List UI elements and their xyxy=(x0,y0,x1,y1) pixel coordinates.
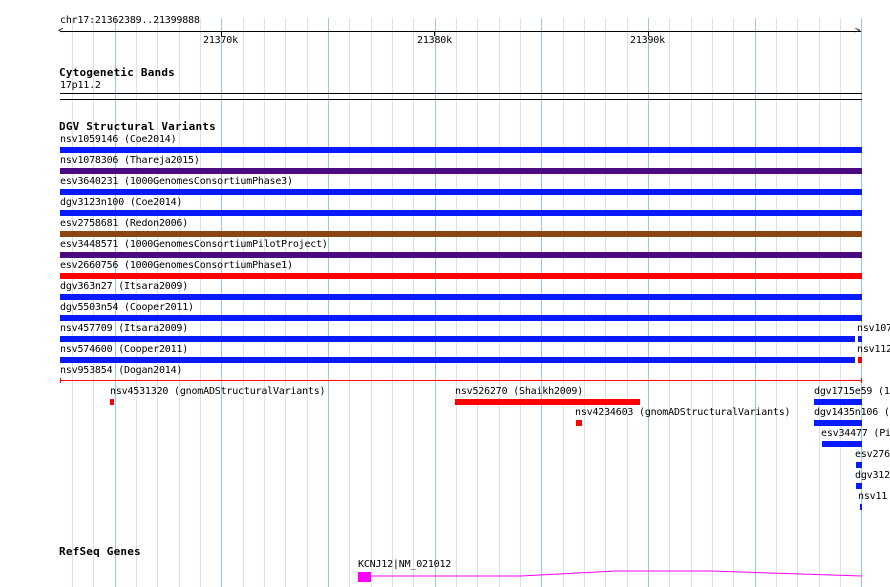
sv-label-truncated: nsv107 xyxy=(857,323,890,334)
cytoband-bottom-line xyxy=(60,99,862,100)
sv-feature-bar[interactable] xyxy=(860,504,862,510)
sv-label: nsv1078306 (Thareja2015) xyxy=(60,155,200,166)
sv-feature-bar[interactable] xyxy=(856,462,862,468)
sv-feature-bar[interactable] xyxy=(60,357,855,363)
gridline xyxy=(520,18,521,587)
gridline xyxy=(435,18,436,587)
sv-label: dgv5503n54 (Cooper2011) xyxy=(60,302,194,313)
gridline xyxy=(307,18,308,587)
sv-feature-bar[interactable] xyxy=(60,210,862,216)
ruler-tick-label: 21380k xyxy=(417,35,452,46)
gene-exon[interactable] xyxy=(358,572,371,582)
gridline xyxy=(221,18,222,587)
dgv-track-title[interactable]: DGV Structural Variants xyxy=(59,121,216,133)
sv-label: esv3640231 (1000GenomesConsortiumPhase3) xyxy=(60,176,293,187)
sv-feature-bar[interactable] xyxy=(60,147,862,153)
sv-label: dgv312 xyxy=(855,470,890,481)
locus-label: chr17:21362389..21399888 xyxy=(60,15,200,26)
cytoband-top-line xyxy=(60,93,862,94)
sv-feature-bar[interactable] xyxy=(60,231,862,237)
sv-feature-bar[interactable] xyxy=(60,315,862,321)
gridline xyxy=(499,18,500,587)
sv-feature-bar[interactable] xyxy=(576,420,582,426)
genome-browser-panel: chr17:21362389..21399888 < > 21370k 2138… xyxy=(0,0,890,587)
sv-label: dgv1715e59 (1 xyxy=(814,386,890,397)
sv-feature-bar[interactable] xyxy=(858,336,862,342)
sv-label: nsv1059146 (Coe2014) xyxy=(60,134,177,145)
gridline xyxy=(797,18,798,587)
sv-label: dgv1435n106 ( xyxy=(814,407,890,418)
gridline xyxy=(328,18,329,587)
gene-intron-line[interactable] xyxy=(371,570,862,582)
gridline xyxy=(413,18,414,587)
cytoband-track-title[interactable]: Cytogenetic Bands xyxy=(59,67,175,79)
gridline xyxy=(392,18,393,587)
sv-label: dgv3123n100 (Coe2014) xyxy=(60,197,183,208)
gridline xyxy=(371,18,372,587)
cytoband-label: 17p11.2 xyxy=(60,80,101,91)
sv-feature-bar[interactable] xyxy=(60,336,855,342)
sv-label: esv276 xyxy=(855,449,890,460)
gridline xyxy=(349,18,350,587)
gene-label: KCNJ12|NM_021012 xyxy=(358,559,452,570)
gridline xyxy=(819,18,820,587)
ruler-tick-label: 21370k xyxy=(203,35,238,46)
gridline xyxy=(605,18,606,587)
sv-feature-bar[interactable] xyxy=(858,357,862,363)
gridline xyxy=(477,18,478,587)
sv-label: esv3448571 (1000GenomesConsortiumPilotPr… xyxy=(60,239,328,250)
gridline xyxy=(627,18,628,587)
sv-feature-left-end xyxy=(60,378,61,383)
sv-label: nsv4234603 (gnomADStructuralVariants) xyxy=(575,407,791,418)
sv-label: esv2660756 (1000GenomesConsortiumPhase1) xyxy=(60,260,293,271)
gridline xyxy=(563,18,564,587)
sv-feature-bar[interactable] xyxy=(110,399,114,405)
ruler-left-arrow-icon: < xyxy=(58,26,64,36)
sv-feature-right-end xyxy=(861,378,862,383)
gridline xyxy=(584,18,585,587)
gridline xyxy=(243,18,244,587)
gridline xyxy=(648,18,649,587)
sv-feature-bar[interactable] xyxy=(60,168,862,174)
sv-label: nsv574600 (Cooper2011) xyxy=(60,344,189,355)
sv-label: esv34477 (Pi xyxy=(821,428,890,439)
sv-feature-bar[interactable] xyxy=(60,380,862,381)
sv-label-truncated: nsv112 xyxy=(857,344,890,355)
gridline xyxy=(456,18,457,587)
sv-feature-bar[interactable] xyxy=(822,441,862,447)
gridline xyxy=(776,18,777,587)
gridline xyxy=(691,18,692,587)
refseq-track-title[interactable]: RefSeq Genes xyxy=(59,546,141,558)
sv-label: nsv4531320 (gnomADStructuralVariants) xyxy=(110,386,326,397)
ruler-tick-label: 21390k xyxy=(630,35,665,46)
sv-feature-bar[interactable] xyxy=(455,399,640,405)
sv-feature-bar[interactable] xyxy=(60,189,862,195)
sv-feature-bar[interactable] xyxy=(60,252,862,258)
sv-label: esv2758681 (Redon2006) xyxy=(60,218,189,229)
sv-feature-bar[interactable] xyxy=(60,273,862,279)
gridline xyxy=(733,18,734,587)
gridline xyxy=(840,18,841,587)
gridline xyxy=(755,18,756,587)
sv-label: nsv11 xyxy=(858,491,888,502)
sv-label: nsv526270 (Shaikh2009) xyxy=(455,386,584,397)
ruler-line xyxy=(60,31,861,32)
sv-label: nsv953854 (Dogan2014) xyxy=(60,365,183,376)
gridline xyxy=(712,18,713,587)
sv-feature-bar[interactable] xyxy=(60,294,862,300)
gridline xyxy=(200,18,201,587)
sv-feature-bar[interactable] xyxy=(814,399,862,405)
gridline xyxy=(541,18,542,587)
gridline xyxy=(285,18,286,587)
ruler-right-arrow-icon: > xyxy=(855,26,861,36)
sv-label: dgv363n27 (Itsara2009) xyxy=(60,281,189,292)
sv-feature-bar[interactable] xyxy=(814,420,862,426)
gridline xyxy=(669,18,670,587)
sv-label: nsv457709 (Itsara2009) xyxy=(60,323,189,334)
sv-feature-bar[interactable] xyxy=(856,483,862,489)
gridline xyxy=(264,18,265,587)
